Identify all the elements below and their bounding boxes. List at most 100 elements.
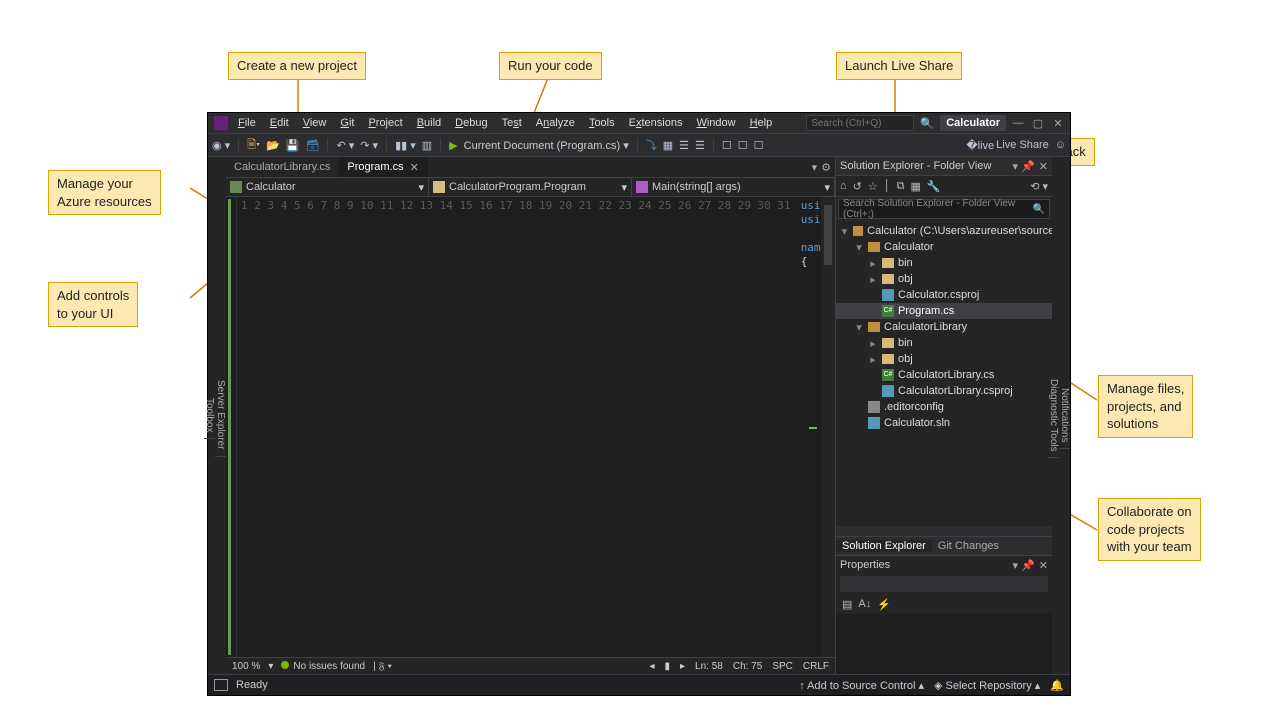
menu-window[interactable]: Window — [692, 117, 739, 129]
code-nav-bar: Calculator▾ CalculatorProgram.Program▾ M… — [226, 177, 835, 197]
menu-extensions[interactable]: Extensions — [625, 117, 687, 129]
window-maximize-button[interactable]: ▢ — [1032, 117, 1044, 130]
new-project-button[interactable]: 🗎▾ — [247, 136, 260, 155]
live-share-button[interactable]: �live Live Share — [966, 139, 1048, 152]
tree-row[interactable]: C#CalculatorLibrary.cs — [836, 367, 1052, 383]
zoom-level[interactable]: 100 % — [232, 661, 260, 672]
wrench-icon[interactable]: 🔧 — [927, 180, 941, 193]
close-icon[interactable]: ✕ — [410, 161, 419, 174]
pin-icon[interactable]: ▾ 📌 — [1013, 559, 1035, 572]
tree-row[interactable]: ▸obj — [836, 351, 1052, 367]
bookmark-icon[interactable]: ☐ — [722, 139, 732, 152]
open-file-button[interactable]: 📂 — [266, 139, 280, 152]
select-repository-button[interactable]: ◈ Select Repository ▴ — [934, 679, 1040, 692]
tree-row[interactable]: ▾CalculatorLibrary — [836, 319, 1052, 335]
code-editor[interactable]: 1 2 3 4 5 6 7 8 9 10 11 12 13 14 15 16 1… — [226, 197, 835, 657]
notifications-icon[interactable]: 🔔 — [1050, 679, 1064, 692]
save-all-button[interactable]: 🗃 — [306, 139, 320, 152]
diagnostic-tools-tab[interactable]: Diagnostic Tools — [1048, 373, 1059, 459]
tree-row[interactable]: ▾Calculator — [836, 239, 1052, 255]
tab-solution-explorer[interactable]: Solution Explorer — [836, 540, 932, 552]
feedback-button[interactable]: ☺ — [1055, 139, 1066, 151]
menu-view[interactable]: View — [299, 117, 331, 129]
solution-platform-dropdown[interactable]: ▥ — [422, 139, 432, 152]
properties-grid[interactable] — [836, 614, 1052, 674]
menu-file[interactable]: File — [234, 117, 260, 129]
menu-project[interactable]: Project — [364, 117, 406, 129]
comment-icon[interactable]: ☐ — [738, 139, 748, 152]
window-close-button[interactable]: ✕ — [1052, 117, 1064, 130]
step-over-icon[interactable]: ⤵ — [646, 137, 657, 153]
tab-dropdown-icon[interactable]: ▾ — [812, 161, 818, 174]
menu-analyze[interactable]: Analyze — [532, 117, 579, 129]
properties-object-dropdown[interactable] — [840, 576, 1048, 592]
notifications-tab[interactable]: Notifications — [1059, 382, 1070, 449]
gear-icon[interactable]: ⚙ — [821, 161, 831, 174]
search-icon[interactable]: 🔍 — [920, 116, 934, 130]
nav-method-dropdown[interactable]: Main(string[] args)▾ — [632, 178, 835, 196]
tree-row[interactable]: Calculator.csproj — [836, 287, 1052, 303]
callout-live-share: Launch Live Share — [836, 52, 962, 80]
menu-git[interactable]: Git — [336, 117, 358, 129]
solution-explorer-search[interactable]: Search Solution Explorer - Folder View (… — [838, 199, 1050, 219]
menu-build[interactable]: Build — [413, 117, 445, 129]
server-explorer-tab[interactable]: Server Explorer — [215, 374, 226, 456]
tree-row[interactable]: ▸bin — [836, 335, 1052, 351]
vertical-scrollbar[interactable] — [821, 197, 835, 657]
tree-row[interactable]: C#Program.cs — [836, 303, 1052, 319]
home-icon[interactable]: ⌂ — [840, 180, 847, 192]
tree-root[interactable]: ▾Calculator (C:\Users\azureuser\source\r… — [836, 223, 1052, 239]
tree-row[interactable]: Calculator.sln — [836, 415, 1052, 431]
menu-debug[interactable]: Debug — [451, 117, 491, 129]
show-all-icon[interactable]: ☆ — [868, 180, 878, 193]
caret-line: Ln: 58 — [695, 661, 723, 672]
tab-git-changes[interactable]: Git Changes — [932, 540, 1005, 552]
breakpoints-icon[interactable]: ▦ — [663, 139, 673, 152]
add-source-control-button[interactable]: ↑ Add to Source Control ▴ — [799, 679, 924, 692]
health-icon[interactable]: | 𝔉 ▾ — [373, 661, 392, 672]
panel-close-icon[interactable]: ✕ — [1039, 160, 1048, 173]
indent-mode[interactable]: SPC — [772, 661, 793, 672]
switch-view-icon[interactable]: ⟲ ▾ — [1030, 180, 1048, 193]
alphabetical-icon[interactable]: A↓ — [858, 598, 871, 610]
tab-program[interactable]: Program.cs✕ — [339, 157, 427, 177]
menu-tools[interactable]: Tools — [585, 117, 619, 129]
events-icon[interactable]: ⚡ — [877, 598, 891, 611]
tab-calculatorlibrary[interactable]: CalculatorLibrary.cs — [226, 157, 339, 177]
solution-config-dropdown[interactable]: ▮▮ ▾ — [395, 139, 416, 152]
start-debug-button[interactable]: ▶ — [449, 139, 457, 152]
save-button[interactable]: 💾 — [286, 139, 300, 152]
search-input[interactable] — [806, 115, 914, 131]
tree-row[interactable]: CalculatorLibrary.csproj — [836, 383, 1052, 399]
uncomment-icon[interactable]: ☐ — [754, 139, 764, 152]
menu-help[interactable]: Help — [746, 117, 777, 129]
panel-horizontal-scrollbar[interactable] — [836, 526, 1052, 536]
outdent-icon[interactable]: ☰ — [695, 139, 705, 152]
nav-project-dropdown[interactable]: Calculator▾ — [226, 178, 429, 196]
output-icon[interactable] — [214, 679, 228, 691]
undo-button[interactable]: ↶ ▾ — [336, 139, 354, 152]
menu-edit[interactable]: Edit — [266, 117, 293, 129]
indent-icon[interactable]: ☰ — [679, 139, 689, 152]
redo-button[interactable]: ↷ ▾ — [360, 139, 378, 152]
toolbox-tab[interactable]: Toolbox — [204, 392, 215, 439]
panel-close-icon[interactable]: ✕ — [1039, 559, 1048, 572]
line-endings[interactable]: CRLF — [803, 661, 829, 672]
run-target-dropdown[interactable]: Current Document (Program.cs) ▾ — [464, 139, 629, 152]
collapse-icon[interactable]: ⧉ — [897, 180, 905, 193]
pin-icon[interactable]: ▾ 📌 — [1013, 160, 1035, 173]
issues-label[interactable]: No issues found — [293, 661, 365, 672]
change-marker — [226, 197, 237, 657]
tree-row[interactable]: .editorconfig — [836, 399, 1052, 415]
window-minimize-button[interactable]: — — [1012, 117, 1024, 130]
tree-row[interactable]: ▸obj — [836, 271, 1052, 287]
categorized-icon[interactable]: ▤ — [842, 598, 852, 611]
ok-icon — [281, 661, 289, 669]
nav-class-dropdown[interactable]: CalculatorProgram.Program▾ — [429, 178, 632, 196]
sync-icon[interactable]: ↺ — [853, 180, 862, 193]
tree-row[interactable]: ▸bin — [836, 255, 1052, 271]
nav-back-button[interactable]: ◉ ▾ — [212, 139, 230, 152]
view-icon[interactable]: ▦ — [910, 180, 920, 193]
solution-explorer-title: Solution Explorer - Folder View ▾ 📌 ✕ — [836, 157, 1052, 175]
menu-test[interactable]: Test — [498, 117, 526, 129]
